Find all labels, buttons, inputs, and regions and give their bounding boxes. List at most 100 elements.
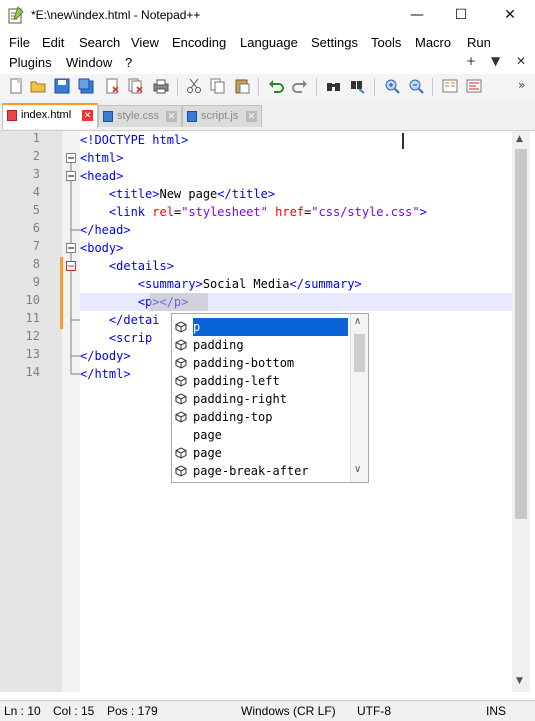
autocomplete-item-label: padding-right [193,392,287,406]
menu-encoding[interactable]: Encoding [172,35,226,50]
fold-collapse-icon[interactable] [66,243,76,253]
menu-language[interactable]: Language [240,35,298,50]
close-window-button[interactable]: ✕ [495,4,525,26]
autocomplete-item[interactable]: padding-left [172,372,350,390]
autocomplete-scrollbar[interactable]: ∧ ∨ [350,314,368,482]
close-file-icon[interactable] [104,78,120,94]
close-all-icon[interactable] [128,78,144,94]
zoom-out-icon[interactable] [408,78,424,94]
line-number: 7 [32,239,40,253]
autocomplete-item[interactable]: page-break-after [172,462,350,480]
code-token: Social Media [202,277,290,291]
menu-edit[interactable]: Edit [42,35,64,50]
maximize-button[interactable]: ☐ [446,4,476,26]
window-title: *E:\new\index.html - Notepad++ [31,8,201,22]
menu-macro[interactable]: Macro [415,35,451,50]
tab-close-icon[interactable]: ✕ [82,110,93,121]
new-tab-plus-button[interactable]: + [466,54,476,68]
redo-icon[interactable] [292,78,308,94]
menu-file[interactable]: File [9,35,30,50]
tab-list-dropdown-button[interactable]: ▼ [491,54,500,68]
autocomplete-scroll-thumb[interactable] [354,334,365,372]
new-file-icon[interactable] [8,78,24,94]
code-token: </detai [108,313,160,327]
line-number: 5 [32,203,40,217]
code-token: <head> [80,169,124,183]
menu-run[interactable]: Run [467,35,491,50]
status-column: Col : 15 [53,704,95,718]
code-token: <link [108,205,153,219]
cut-icon[interactable] [186,78,202,94]
code-line: <details> [80,257,174,275]
paste-icon[interactable] [234,78,250,94]
tab-style-css[interactable]: style.css ✕ [98,105,182,127]
menu-plugins[interactable]: Plugins [9,55,52,70]
code-token: </summary> [289,277,362,291]
autocomplete-item[interactable]: padding [172,336,350,354]
code-line: <body> [80,239,123,257]
find-icon[interactable] [326,78,342,94]
open-file-icon[interactable] [30,78,46,94]
sync-scroll-icon[interactable] [442,78,458,94]
toolbar-separator [258,78,259,96]
title-bar: *E:\new\index.html - Notepad++ — ☐ ✕ [0,0,535,32]
autocomplete-item[interactable]: padding-right [172,390,350,408]
scrollbar-thumb[interactable] [515,149,527,519]
autocomplete-item-label: padding-top [193,410,273,424]
close-document-button[interactable]: ✕ [516,54,526,68]
status-bar: Ln : 10 Col : 15 Pos : 179 Windows (CR L… [0,700,535,721]
scroll-down-arrow-icon[interactable]: ▼ [516,676,523,686]
fold-collapse-icon[interactable] [66,261,76,271]
autocomplete-item[interactable]: padding-top [172,408,350,426]
code-line: </head> [80,221,131,239]
tab-script-js[interactable]: script.js ✕ [182,105,262,127]
print-icon[interactable] [153,78,169,94]
code-token: "stylesheet" [181,205,268,219]
toolbar: » [0,74,535,101]
line-number: 9 [32,275,40,289]
replace-icon[interactable] [350,78,366,94]
autocomplete-item[interactable]: p [172,318,350,336]
autocomplete-item[interactable]: page [172,426,350,444]
code-line: <html> [80,149,123,167]
autocomplete-item[interactable]: padding-bottom [172,354,350,372]
line-number: 13 [25,347,40,361]
code-line: </html> [80,365,131,383]
vertical-scrollbar[interactable]: ▲ ▼ [512,131,530,692]
save-all-icon[interactable] [78,78,94,94]
code-token: </title> [217,187,276,201]
change-history-marker [60,257,63,329]
menu-view[interactable]: View [131,35,159,50]
minimize-button[interactable]: — [402,4,432,26]
line-number: 3 [32,167,40,181]
autocomplete-scroll-down-icon[interactable]: ∨ [354,464,361,475]
undo-icon[interactable] [268,78,284,94]
menu-search[interactable]: Search [79,35,120,50]
fold-margin [60,131,80,692]
scroll-up-arrow-icon[interactable]: ▲ [516,134,523,144]
line-number: 2 [32,149,40,163]
zoom-in-icon[interactable] [384,78,400,94]
tag-match-highlight [150,293,208,311]
tab-index-html[interactable]: index.html ✕ [2,103,98,129]
autocomplete-popup[interactable]: ∧ ∨ p padding padding-bottom padding-left pa… [171,313,369,483]
menu-window[interactable]: Window [66,55,112,70]
toolbar-separator [316,78,317,96]
save-icon[interactable] [54,78,70,94]
menu-settings[interactable]: Settings [311,35,358,50]
toolbar-overflow-button[interactable]: » [518,78,525,92]
tab-close-icon[interactable]: ✕ [246,111,257,122]
tab-close-icon[interactable]: ✕ [166,111,177,122]
word-wrap-icon[interactable] [466,78,482,94]
copy-icon[interactable] [210,78,226,94]
menu-tools[interactable]: Tools [371,35,401,50]
autocomplete-scroll-up-icon[interactable]: ∧ [354,316,361,327]
code-token: <summary> [137,277,203,291]
fold-collapse-icon[interactable] [66,171,76,181]
fold-collapse-icon[interactable] [66,153,76,163]
menu-help[interactable]: ? [125,55,132,70]
autocomplete-item[interactable]: page [172,444,350,462]
